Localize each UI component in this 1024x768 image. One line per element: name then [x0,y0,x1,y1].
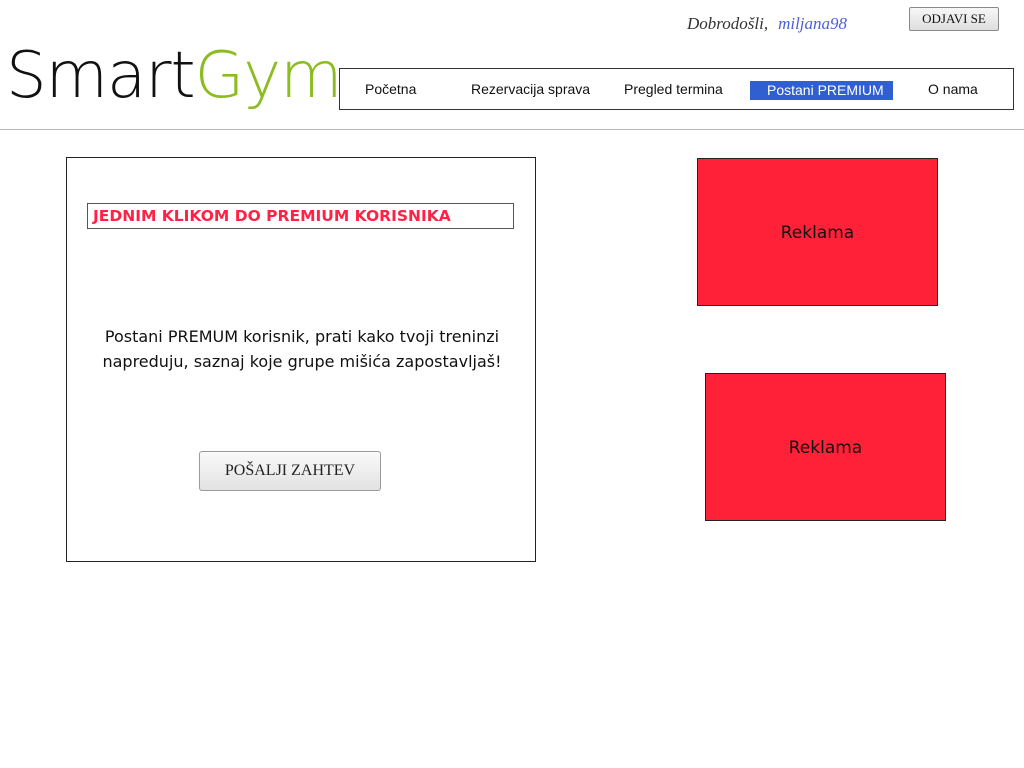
logo-gym-text: Gym [194,39,343,113]
premium-title: JEDNIM KLIKOM DO PREMIUM KORISNIKA [87,203,514,229]
nav-item-pregled-termina[interactable]: Pregled termina [624,81,723,97]
ad-banner-1[interactable]: Reklama [697,158,938,306]
welcome-label: Dobrodošli, [687,14,769,33]
username-link[interactable]: miljana98 [778,14,847,33]
premium-description: Postani PREMUM korisnik, prati kako tvoj… [102,327,502,371]
send-request-button[interactable]: POŠALJI ZAHTEV [199,451,381,491]
nav-item-pocetna[interactable]: Početna [365,81,416,97]
nav-item-postani-premium[interactable]: Postani PREMIUM [750,81,893,100]
ad-banner-2[interactable]: Reklama [705,373,946,521]
nav-item-rezervacija-sprava[interactable]: Rezervacija sprava [471,81,590,97]
smartgym-logo[interactable]: SmartGym [6,36,343,116]
premium-panel: JEDNIM KLIKOM DO PREMIUM KORISNIKA Posta… [66,157,536,562]
logo-smart-text: Smart [6,39,196,113]
nav-item-o-nama[interactable]: O nama [928,81,978,97]
main-navigation: Početna Rezervacija sprava Pregled termi… [339,68,1014,110]
header-divider [0,129,1024,130]
welcome-message: Dobrodošli, miljana98 [687,14,847,34]
logout-button[interactable]: ODJAVI SE [909,7,999,31]
